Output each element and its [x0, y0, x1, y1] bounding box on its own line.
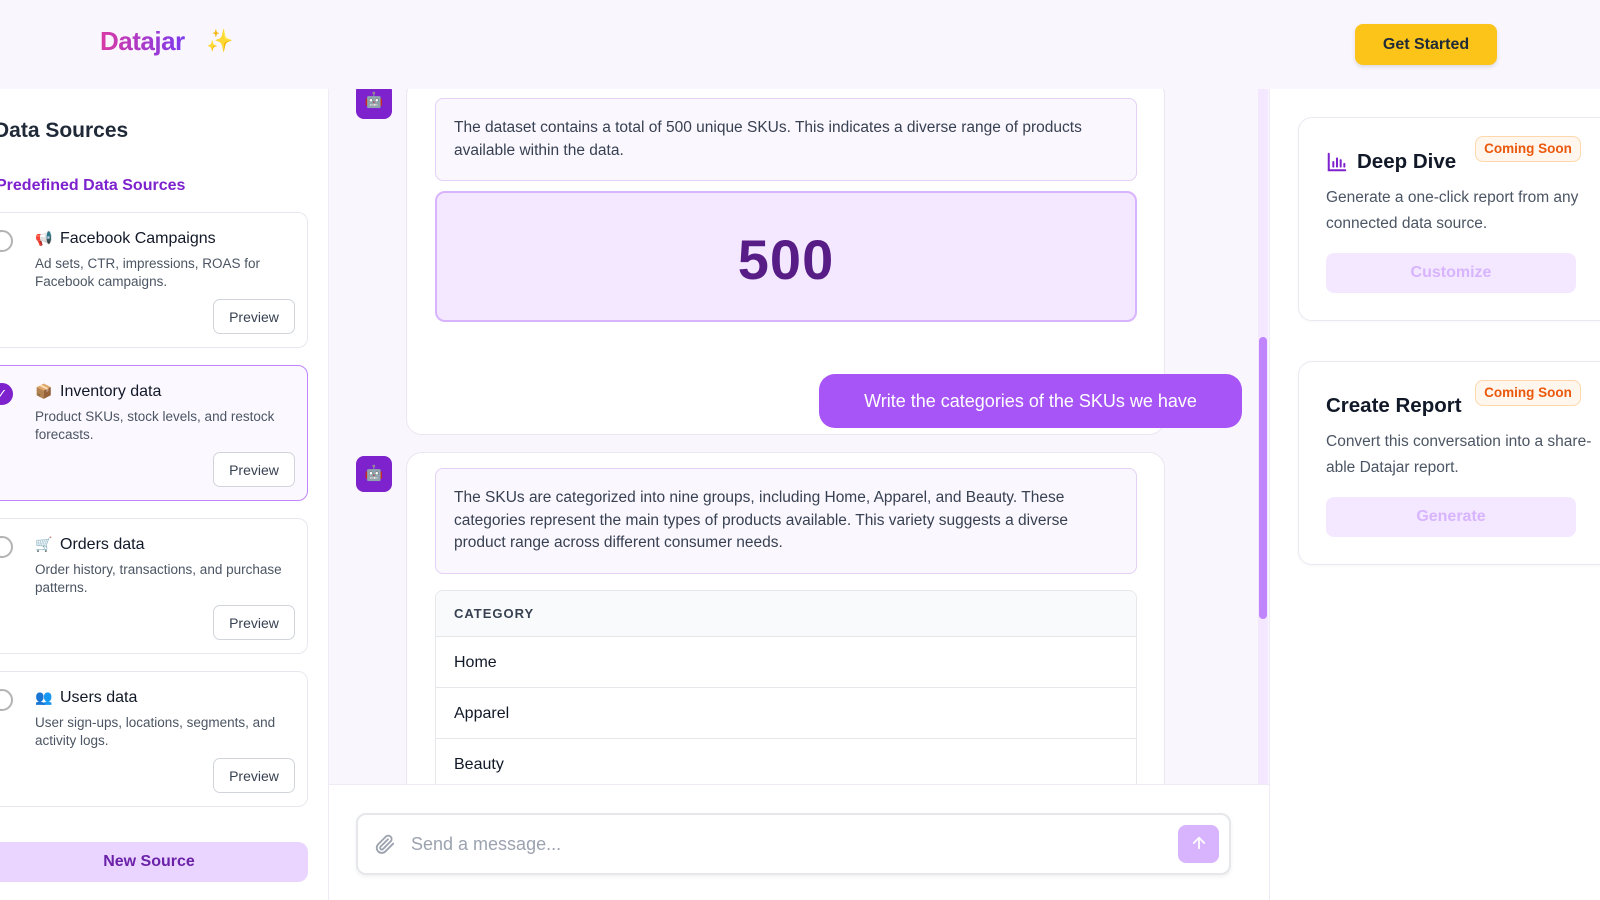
arrow-up-icon [1192, 836, 1205, 849]
card-description: Convert this conversation into a share-a… [1326, 433, 1592, 476]
source-radio[interactable] [0, 536, 13, 558]
metric-card: 500 [435, 191, 1137, 322]
source-card-inventory-data[interactable]: ✓ 📦 Inventory data Product SKUs, stock l… [0, 365, 308, 501]
source-description: Product SKUs, stock levels, and restock … [35, 409, 275, 442]
source-name: Facebook Campaigns [60, 230, 216, 247]
category-table: CATEGORY Home Apparel Beauty [435, 590, 1137, 784]
source-name: Users data [60, 689, 138, 706]
user-message: Write the categories of the SKUs we have [819, 374, 1242, 428]
checkmark-icon: ✓ [0, 386, 7, 401]
source-radio[interactable] [0, 230, 13, 252]
bar-chart-icon [1327, 152, 1347, 172]
paperclip-icon[interactable] [374, 833, 396, 855]
customize-button[interactable]: Customize [1326, 253, 1576, 293]
source-name: Inventory data [60, 383, 162, 400]
data-sources-sidebar: Data Sources Predefined Data Sources 📢 F… [0, 89, 329, 900]
source-radio-checked[interactable]: ✓ [0, 383, 13, 405]
chat-thread: 🤖 The dataset contains a total of 500 un… [329, 89, 1269, 784]
preview-button[interactable]: Preview [213, 605, 295, 640]
actions-panel: Deep Dive Coming Soon Generate a one-cli… [1269, 89, 1600, 900]
robot-icon: 🤖 [356, 89, 392, 119]
card-title: Deep Dive [1357, 150, 1457, 173]
coming-soon-badge: Coming Soon [1475, 380, 1581, 406]
table-header: CATEGORY [436, 591, 1136, 637]
source-description: User sign-ups, locations, segments, and … [35, 715, 276, 748]
preview-button[interactable]: Preview [213, 299, 295, 334]
table-row: Home [436, 637, 1136, 688]
get-started-button[interactable]: Get Started [1355, 24, 1497, 65]
table-row: Apparel [436, 688, 1136, 739]
message-composer [356, 813, 1231, 875]
assistant-message-text: The dataset contains a total of 500 uniq… [435, 98, 1137, 181]
source-card-facebook-campaigns[interactable]: 📢 Facebook Campaigns Ad sets, CTR, impre… [0, 212, 308, 348]
predefined-sources-heading: Predefined Data Sources [0, 177, 186, 194]
scrollbar-thumb[interactable] [1259, 337, 1267, 619]
composer-area [329, 784, 1269, 900]
create-report-card: Create Report Coming Soon Convert this c… [1298, 361, 1600, 565]
robot-icon: 🤖 [356, 456, 392, 492]
send-button[interactable] [1178, 825, 1219, 863]
users-icon: 👥 [35, 689, 53, 705]
source-card-orders-data[interactable]: 🛒 Orders data Order history, transaction… [0, 518, 308, 654]
preview-button[interactable]: Preview [213, 452, 295, 487]
top-header: Datajar ✨ Get Started [0, 0, 1600, 89]
metric-value: 500 [737, 228, 835, 291]
cart-icon: 🛒 [35, 536, 53, 552]
source-radio[interactable] [0, 689, 13, 711]
sidebar-title: Data Sources [0, 119, 129, 142]
card-description: Generate a one-click report from any con… [1326, 189, 1579, 232]
generate-button[interactable]: Generate [1326, 497, 1576, 537]
source-card-users-data[interactable]: 👥 Users data User sign-ups, locations, s… [0, 671, 308, 807]
package-icon: 📦 [35, 383, 53, 399]
source-name: Orders data [60, 536, 145, 553]
new-source-button[interactable]: New Source [0, 842, 308, 882]
source-description: Order history, transactions, and purchas… [35, 562, 282, 595]
table-row: Beauty [436, 739, 1136, 784]
assistant-message-text: The SKUs are categorized into nine group… [435, 468, 1137, 574]
sparkles-icon: ✨ [206, 28, 234, 53]
coming-soon-badge: Coming Soon [1475, 136, 1581, 162]
assistant-message: The SKUs are categorized into nine group… [406, 452, 1165, 784]
card-title: Create Report [1326, 394, 1462, 417]
source-description: Ad sets, CTR, impressions, ROAS for Face… [35, 256, 261, 289]
message-input[interactable] [411, 827, 1151, 861]
megaphone-icon: 📢 [35, 230, 53, 246]
preview-button[interactable]: Preview [213, 758, 295, 793]
chat-scrollbar[interactable] [1258, 89, 1268, 784]
deep-dive-card: Deep Dive Coming Soon Generate a one-cli… [1298, 117, 1600, 321]
logo-text[interactable]: Datajar [100, 26, 185, 57]
